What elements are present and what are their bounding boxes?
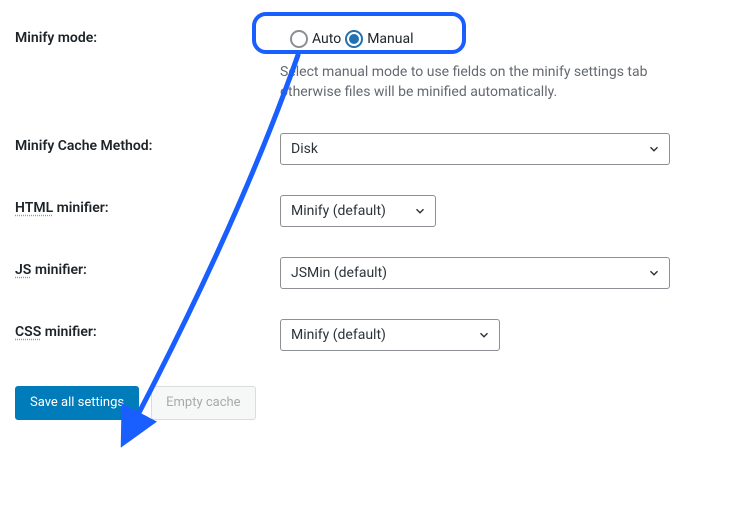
chevron-down-icon bbox=[477, 328, 491, 342]
css-minifier-label: CSS minifier: bbox=[0, 304, 265, 360]
html-minifier-label: HTML minifier: bbox=[0, 180, 265, 236]
minify-mode-manual-label: Manual bbox=[367, 31, 413, 47]
save-all-settings-button[interactable]: Save all settings bbox=[15, 386, 139, 420]
html-minifier-select[interactable]: Minify (default) bbox=[280, 195, 436, 227]
js-abbr: JS bbox=[15, 262, 31, 278]
cache-method-value: Disk bbox=[291, 141, 318, 157]
chevron-down-icon bbox=[647, 142, 661, 156]
html-abbr: HTML bbox=[15, 200, 53, 216]
css-abbr: CSS bbox=[15, 324, 41, 340]
radio-empty-icon bbox=[290, 30, 308, 48]
css-minifier-value: Minify (default) bbox=[291, 327, 386, 343]
minify-mode-auto-radio[interactable]: Auto bbox=[290, 30, 341, 48]
radio-selected-icon bbox=[345, 30, 363, 48]
minify-mode-radio-group: Auto Manual bbox=[280, 22, 434, 56]
js-minifier-select[interactable]: JSMin (default) bbox=[280, 257, 670, 289]
minify-mode-manual-radio[interactable]: Manual bbox=[345, 30, 413, 48]
html-minifier-value: Minify (default) bbox=[291, 203, 386, 219]
minify-mode-auto-label: Auto bbox=[312, 31, 341, 47]
empty-cache-button[interactable]: Empty cache bbox=[151, 386, 255, 420]
chevron-down-icon bbox=[413, 204, 427, 218]
minify-mode-description: Select manual mode to use fields on the … bbox=[280, 62, 700, 103]
cache-method-select[interactable]: Disk bbox=[280, 133, 670, 165]
chevron-down-icon bbox=[647, 266, 661, 280]
js-minifier-label: JS minifier: bbox=[0, 242, 265, 298]
minify-mode-label: Minify mode: bbox=[0, 0, 265, 66]
js-minifier-value: JSMin (default) bbox=[291, 265, 387, 281]
cache-method-label: Minify Cache Method: bbox=[0, 118, 265, 174]
css-minifier-select[interactable]: Minify (default) bbox=[280, 319, 500, 351]
